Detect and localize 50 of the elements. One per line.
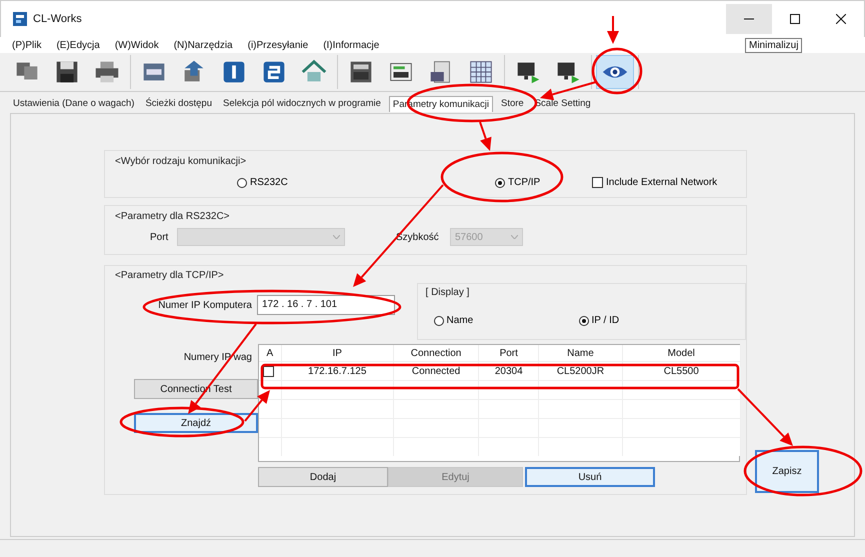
column-header[interactable]: Port [478,345,539,362]
close-icon [836,14,846,24]
menu-item[interactable]: (E)Edycja [56,40,100,50]
table-cell: CL5500 [622,362,740,380]
toolbar-button[interactable] [596,55,634,89]
column-header[interactable]: Model [622,345,740,362]
tab[interactable]: Ustawienia (Dane o wagach) [10,96,138,111]
annotation-arrow [737,388,793,446]
table-cell: 20304 [478,362,539,380]
radio-button[interactable]: IP / ID [578,315,620,326]
annotation-arrow [607,16,619,44]
tab[interactable]: Ścieżki dostępu [142,96,215,111]
annotation-arrow [540,81,596,100]
menu-item[interactable]: (P)Plik [12,40,42,50]
radio-button[interactable]: RS232C [237,177,288,188]
save-button[interactable]: Zapisz [755,450,819,493]
maximize-icon [790,14,800,24]
checkbox[interactable]: Include External Network [592,177,718,188]
field-label: Port [150,232,170,242]
table-cell: CL5200JR [538,362,622,380]
field-label: Numery IP wag [184,352,252,363]
find-button[interactable]: Znajdź [134,413,258,433]
menu-item[interactable]: (N)Narzędzia [174,40,233,50]
group-label: <Parametry dla RS232C> [115,211,231,222]
window-title: CL-Works [33,13,82,25]
field-label: Numer IP Komputera [157,300,252,310]
annotation-ellipse [592,48,642,94]
column-header[interactable]: Name [538,345,622,362]
radio-button[interactable]: Name [434,315,474,326]
menu-item[interactable]: (W)Widok [114,40,159,50]
annotation-arrow [479,122,492,151]
table-cell: 172.16.7.125 [281,362,394,380]
ip-address-field[interactable]: 172 . 16 . 7 . 101 [257,295,395,315]
menu-item[interactable]: (I)Informacje [323,40,380,50]
column-header[interactable]: Connection [393,345,479,362]
table-cell: Connected [393,362,479,380]
column-header[interactable]: A [259,345,282,362]
radio-button[interactable]: TCP/IP [495,177,540,188]
group-label: <Wybór rodzaju komunikacji> [115,156,248,167]
tab[interactable]: Store [498,96,527,111]
table-action-button[interactable]: Dodaj [258,467,388,487]
group-label: <Parametry dla TCP/IP> [115,270,225,281]
field-label: Szybkość [396,232,440,242]
tab[interactable]: Selekcja pól widocznych w programie [220,96,384,111]
column-header[interactable]: IP [281,345,394,362]
group-label: [ Display ] [426,287,470,298]
menu-item[interactable]: (i)Przesyłanie [248,40,308,50]
app-icon [13,12,27,26]
tooltip: Minimalizuj [745,38,802,53]
table-action-button[interactable]: Usuń [525,467,655,487]
